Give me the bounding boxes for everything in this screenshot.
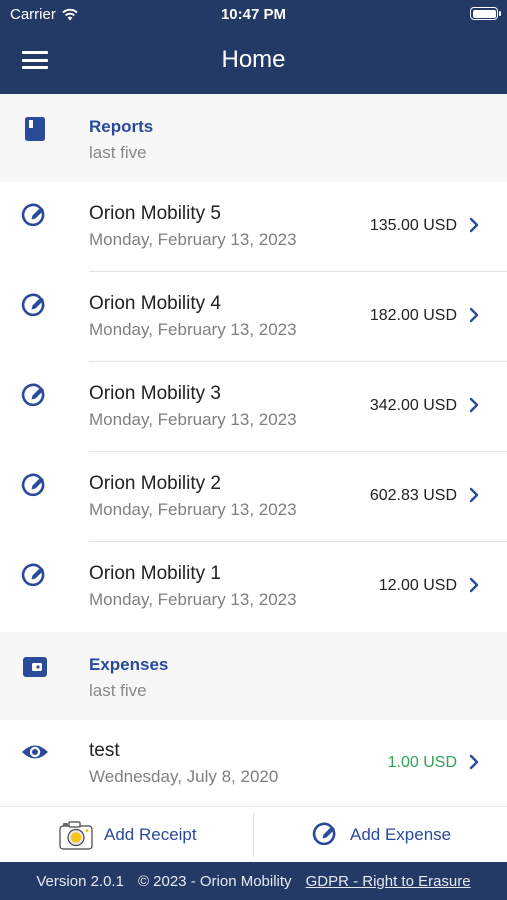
footer: Version 2.0.1 © 2023 - Orion Mobility GD…	[0, 862, 507, 900]
camera-icon	[59, 821, 93, 850]
eye-icon	[22, 745, 48, 759]
reports-subtitle: last five	[89, 143, 147, 162]
report-row-2[interactable]: Orion Mobility 4 Monday, February 13, 20…	[0, 272, 507, 362]
add-expense-button[interactable]: Add Expense	[312, 807, 451, 863]
add-receipt-button[interactable]: Add Receipt	[58, 807, 197, 863]
status-bar: Carrier 10:47 PM	[0, 0, 507, 30]
expense-row-1[interactable]: test Wednesday, July 8, 2020 1.00 USD	[0, 720, 507, 806]
report-row-5[interactable]: Orion Mobility 1 Monday, February 13, 20…	[0, 542, 507, 632]
report-date: Monday, February 13, 2023	[89, 320, 297, 339]
page-title: Home	[221, 46, 286, 73]
add-receipt-label: Add Receipt	[104, 825, 197, 844]
report-amount: 12.00 USD	[378, 577, 457, 594]
report-name: Orion Mobility 1	[89, 563, 221, 584]
chevron-right-icon	[469, 577, 479, 593]
expenses-section-header: Expenses last five	[0, 632, 507, 720]
edit-report-icon	[21, 563, 45, 587]
copyright-label: © 2023 - Orion Mobility	[137, 872, 292, 890]
chevron-right-icon	[469, 754, 479, 770]
report-name: Orion Mobility 4	[89, 293, 221, 314]
app-header: Carrier 10:47 PM Home	[0, 0, 507, 94]
report-name: Orion Mobility 2	[89, 473, 221, 494]
action-divider	[253, 813, 254, 857]
report-date: Monday, February 13, 2023	[89, 500, 297, 519]
chevron-right-icon	[469, 487, 479, 503]
report-date: Monday, February 13, 2023	[89, 410, 297, 429]
edit-icon	[312, 822, 336, 846]
book-icon	[25, 117, 45, 141]
add-expense-label: Add Expense	[350, 825, 452, 844]
expense-name: test	[89, 740, 120, 761]
wallet-icon	[23, 657, 47, 677]
report-amount: 602.83 USD	[369, 487, 457, 504]
report-amount: 182.00 USD	[369, 307, 457, 324]
edit-report-icon	[21, 383, 45, 407]
reports-title: Reports	[89, 117, 154, 136]
battery-icon	[470, 7, 501, 20]
expenses-subtitle: last five	[89, 681, 147, 700]
action-bar: Add Receipt Add Expense	[0, 806, 507, 862]
chevron-right-icon	[469, 397, 479, 413]
report-date: Monday, February 13, 2023	[89, 590, 297, 609]
chevron-right-icon	[469, 217, 479, 233]
report-date: Monday, February 13, 2023	[89, 230, 297, 249]
chevron-right-icon	[469, 307, 479, 323]
report-name: Orion Mobility 5	[89, 203, 221, 224]
expenses-title: Expenses	[89, 655, 169, 674]
report-row-3[interactable]: Orion Mobility 3 Monday, February 13, 20…	[0, 362, 507, 452]
report-name: Orion Mobility 3	[89, 383, 221, 404]
gdpr-link[interactable]: GDPR - Right to Erasure	[306, 873, 471, 890]
report-row-4[interactable]: Orion Mobility 2 Monday, February 13, 20…	[0, 452, 507, 542]
report-amount: 342.00 USD	[369, 397, 457, 414]
version-label: Version 2.0.1	[36, 872, 124, 890]
expense-amount: 1.00 USD	[387, 754, 457, 771]
report-amount: 135.00 USD	[369, 217, 457, 234]
reports-section-header: Reports last five	[0, 94, 507, 182]
edit-report-icon	[21, 203, 45, 227]
clock: 10:47 PM	[220, 6, 287, 23]
edit-report-icon	[21, 293, 45, 317]
edit-report-icon	[21, 473, 45, 497]
report-row-1[interactable]: Orion Mobility 5 Monday, February 13, 20…	[0, 182, 507, 272]
expense-date: Wednesday, July 8, 2020	[89, 767, 279, 786]
